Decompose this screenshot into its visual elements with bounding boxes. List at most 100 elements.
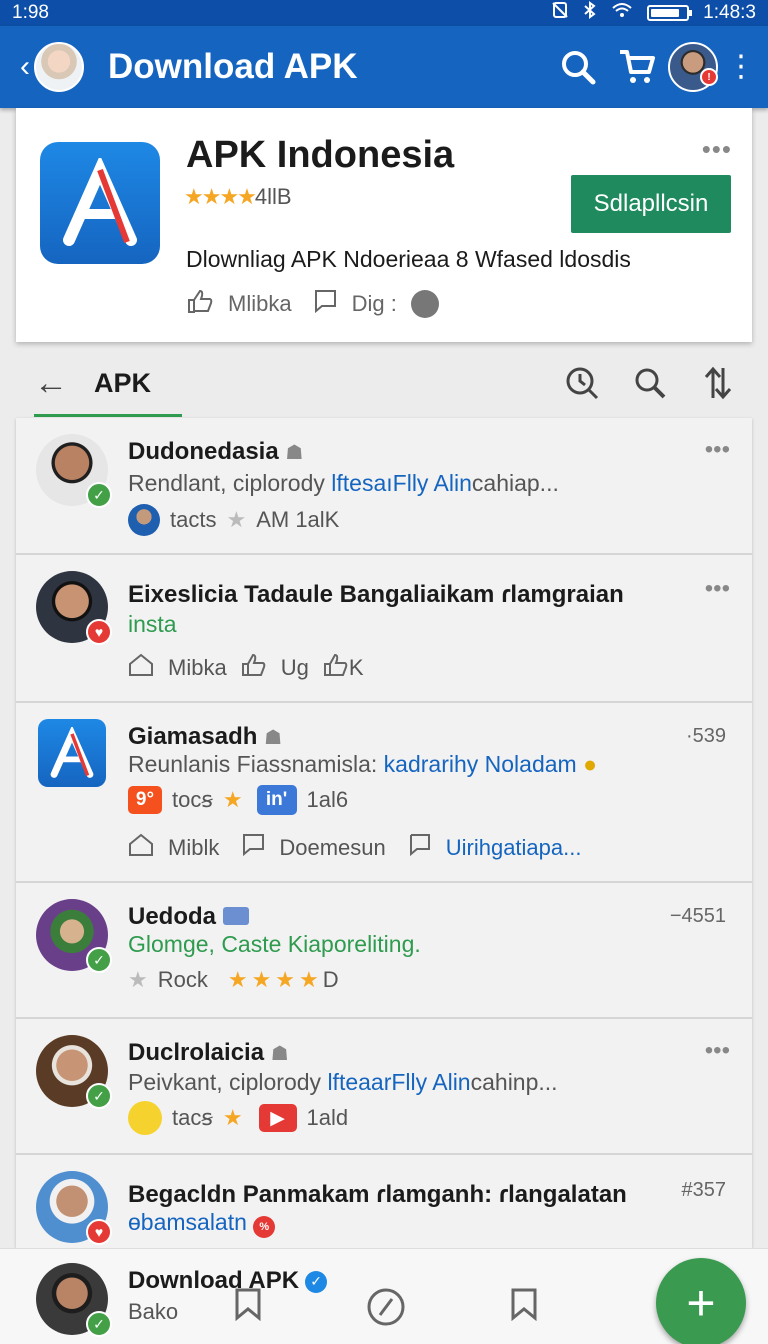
search-icon [635, 368, 666, 399]
list-item[interactable]: ✓ Uedoda −4551 Glomge, Caste Kiaporeliti… [16, 883, 752, 1019]
card-more-icon[interactable]: ••• [702, 134, 732, 165]
avatar[interactable]: ✓ [36, 1035, 112, 1109]
subtitle-link[interactable]: lftesaıFlly Alin [331, 470, 472, 496]
post-subtitle: ɵbamsalatn % [128, 1209, 276, 1238]
cart-icon [620, 50, 655, 83]
star-icon: ★ [222, 787, 243, 812]
meta-b: AM 1alK [256, 507, 340, 532]
add-fab-button[interactable]: + [656, 1258, 746, 1344]
post-actions: Miblk Doemesun Uirihgatiapa... [128, 833, 581, 863]
action-2-label[interactable]: Ug [281, 655, 309, 681]
post-more-icon[interactable]: ••• [705, 1037, 730, 1065]
meta-b: D [322, 967, 339, 992]
plus-icon: + [686, 1275, 716, 1331]
meta-a: tacts [170, 507, 217, 532]
like-icon[interactable] [128, 653, 154, 683]
subtitle-text: Peivkant, ciplorody [128, 1069, 328, 1095]
cart-button[interactable] [608, 37, 668, 97]
explore-nav-button[interactable] [366, 1287, 406, 1332]
back-arrow-icon[interactable]: ‹ [20, 50, 30, 84]
more-menu-icon[interactable]: ⋮ [726, 52, 756, 82]
verified-icon: ✓ [305, 1270, 328, 1293]
post-more-icon[interactable]: ••• [705, 436, 730, 464]
bookmark-icon[interactable] [408, 833, 432, 863]
post-meta: tacts ★ AM 1alK [128, 504, 339, 536]
post-subtitle: Peivkant, ciplorody lfteaarFlly Alincahi… [128, 1069, 558, 1096]
rating-count: 4llB [254, 184, 292, 209]
status-bar: 1:98 1:48:3 [0, 0, 768, 26]
action-2-label[interactable]: Doemesun [279, 835, 385, 861]
post-subtitle: insta [128, 611, 177, 637]
comment-icon[interactable] [312, 288, 338, 320]
dig-label[interactable]: Dig : [352, 291, 397, 317]
meta-b: 1ald [306, 1105, 349, 1130]
saved-nav-button[interactable] [508, 1287, 540, 1326]
verified-badge-icon: ✓ [86, 947, 112, 973]
linkedin-icon: in' [256, 785, 297, 815]
bookmark-nav-button[interactable] [232, 1287, 264, 1326]
bottom-avatar[interactable]: ✓ [36, 1263, 112, 1337]
verified-badge-icon: ✓ [86, 482, 112, 508]
share-icon[interactable] [323, 653, 349, 683]
app-rating: ★★★★4llB [184, 184, 292, 210]
like-icon[interactable] [128, 833, 154, 863]
verified-badge-icon: ✓ [86, 1311, 112, 1337]
rating-stars: ★★★★ [227, 967, 323, 992]
status-time-left: 1:98 [12, 2, 49, 23]
bottom-title-text: Download APK [128, 1267, 300, 1294]
profile-avatar[interactable] [34, 42, 84, 92]
avatar[interactable]: ✓ [36, 899, 112, 973]
action-1-label[interactable]: Miblk [168, 835, 219, 861]
install-button[interactable]: Sdlapllcsin [571, 175, 731, 233]
subtitle-link[interactable]: kadrarihy Noladam [384, 751, 577, 777]
list-item[interactable]: ♥ Eixeslicia Tadaule Bangaliaikam ɾlamgr… [16, 555, 752, 703]
emoji-reaction-icon[interactable] [410, 290, 439, 318]
post-title: Giamasadh ☗ [128, 723, 282, 751]
app-description: Dlownliag APK Ndoerieaa 8 Wfased ldosdis [186, 246, 631, 272]
bluetooth-icon [583, 1, 597, 25]
action-3-label[interactable]: K [349, 655, 364, 681]
meta-b: 1al6 [306, 787, 349, 812]
bookmark-icon [235, 1288, 261, 1322]
bookmark-icon [511, 1288, 537, 1322]
avatar[interactable]: ♥ [36, 1171, 112, 1245]
subtitle-link[interactable]: lfteaarFlly Alin [327, 1069, 470, 1095]
list-item[interactable]: ♥ Begacldn Panmakam ɾlamganh: ɾlangalata… [16, 1155, 752, 1248]
list-item[interactable]: Giamasadh ☗ ·539 Reunlanis Fiassnamisla:… [16, 703, 752, 883]
history-button[interactable] [548, 365, 616, 401]
thumbs-up-icon[interactable] [241, 653, 267, 683]
post-more-icon[interactable]: ••• [705, 575, 730, 603]
meta-a: Rock [157, 967, 208, 992]
wifi-icon [611, 1, 633, 25]
like-label[interactable]: Mlibka [228, 291, 292, 317]
comment-icon[interactable] [241, 833, 265, 863]
avatar[interactable]: ✓ [36, 434, 112, 508]
post-subtitle: Glomge, Caste Kiaporeliting. [128, 931, 421, 957]
notification-badge: ! [700, 68, 718, 86]
star-icon: ★ [222, 1105, 243, 1130]
avatar[interactable]: ♥ [36, 571, 112, 645]
apk-app-icon[interactable] [38, 719, 106, 787]
heart-badge-icon: ♥ [86, 1219, 112, 1245]
user-avatar[interactable]: ! [668, 42, 718, 92]
post-number: −4551 [669, 905, 726, 927]
post-title: Uedoda [128, 903, 249, 931]
subtitle-suffix: cahinp... [470, 1069, 558, 1095]
list-item[interactable]: ✓ Dudonedasia ☗ ••• Rendlant, ciplorody … [16, 418, 752, 555]
action-3-link[interactable]: Uirihgatiapa... [446, 835, 582, 861]
like-icon[interactable] [186, 288, 214, 320]
bottom-title: Download APK ✓ [128, 1267, 328, 1295]
app-chip-icon: 9° [128, 786, 162, 814]
meta-a: tocꞩ [172, 787, 213, 812]
search-button[interactable] [548, 37, 608, 97]
tab-apk[interactable]: APK [94, 348, 548, 418]
group-icon: ☗ [285, 442, 304, 464]
back-arrow-icon[interactable]: ← [34, 364, 68, 403]
action-1-label[interactable]: Mibka [168, 655, 227, 681]
sort-button[interactable] [684, 364, 752, 402]
heart-eyes-emoji-icon [128, 1101, 162, 1135]
bottom-bar: ✓ Download APK ✓ Bako [0, 1248, 768, 1344]
list-item[interactable]: ✓ Duclrolaicia ☗ ••• Peivkant, ciplorody… [16, 1019, 752, 1155]
active-tab-indicator [34, 414, 182, 417]
search-button[interactable] [616, 366, 684, 400]
